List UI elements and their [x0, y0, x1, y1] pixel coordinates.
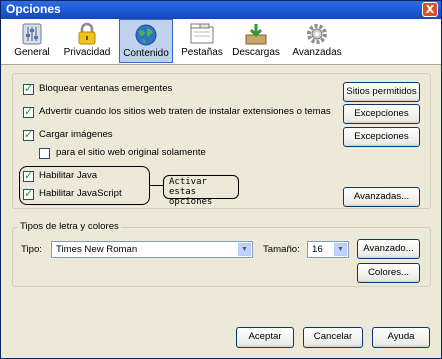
enable-java-label: Habilitar Java — [39, 170, 98, 181]
allowed-sites-button[interactable]: Sitios permitidos — [343, 82, 420, 102]
tab-label: Avanzadas — [292, 47, 342, 58]
advanced-javascript-button[interactable]: Avanzadas... — [343, 187, 420, 207]
tab-label: General — [14, 47, 50, 58]
globe-icon — [135, 24, 157, 46]
exceptions-button-extensions[interactable]: Excepciones — [343, 104, 420, 124]
downloads-icon — [245, 24, 267, 45]
tab-privacy[interactable]: Privacidad — [62, 19, 112, 63]
original-site-checkbox[interactable] — [39, 148, 50, 159]
chevron-down-icon[interactable]: ▼ — [334, 243, 347, 256]
ok-button[interactable]: Aceptar — [236, 327, 294, 348]
fonts-advanced-button[interactable]: Avanzado... — [357, 239, 420, 259]
title-bar[interactable]: Opciones X — [1, 1, 441, 19]
tab-label: Descargas — [232, 47, 280, 58]
callout-connector — [150, 185, 164, 186]
font-type-label: Tipo: — [21, 244, 42, 255]
warn-extensions-label: Advertir cuando los sitios web traten de… — [39, 106, 331, 117]
gear-icon — [307, 24, 327, 44]
options-window: Opciones X General Privacidad Contenido … — [0, 0, 442, 359]
font-type-value: Times New Roman — [56, 244, 138, 255]
exceptions-button-images[interactable]: Excepciones — [343, 127, 420, 147]
cancel-button[interactable]: Cancelar — [303, 327, 363, 348]
category-toolbar: General Privacidad Contenido Pestañas De… — [1, 19, 441, 65]
warn-extensions-checkbox[interactable] — [23, 105, 34, 118]
tab-tabs[interactable]: Pestañas — [179, 19, 225, 63]
tab-downloads[interactable]: Descargas — [231, 19, 281, 63]
tab-general[interactable]: General — [10, 19, 54, 63]
tab-label: Contenido — [123, 48, 169, 59]
enable-javascript-checkbox[interactable] — [23, 187, 34, 200]
enable-java-checkbox[interactable] — [23, 169, 34, 182]
load-images-checkbox[interactable] — [23, 128, 34, 141]
close-button[interactable]: X — [422, 2, 438, 17]
original-site-label: para el sitio web original solamente — [56, 147, 206, 158]
block-popups-label: Bloquear ventanas emergentes — [39, 83, 173, 94]
font-size-value: 16 — [312, 244, 323, 255]
tab-label: Pestañas — [181, 47, 223, 58]
font-size-label: Tamaño: — [263, 244, 300, 255]
lock-icon — [78, 22, 96, 45]
tab-content[interactable]: Contenido — [119, 19, 173, 63]
colors-button[interactable]: Colores... — [357, 263, 420, 283]
enable-javascript-label: Habilitar JavaScript — [39, 188, 122, 199]
window-title: Opciones — [6, 2, 61, 16]
load-images-label: Cargar imágenes — [39, 129, 113, 140]
block-popups-checkbox[interactable] — [23, 82, 34, 95]
font-type-select[interactable]: Times New Roman ▼ — [51, 241, 253, 258]
tab-label: Privacidad — [63, 47, 111, 58]
tab-advanced[interactable]: Avanzadas — [290, 19, 344, 63]
fonts-colors-legend: Tipos de letra y colores — [18, 221, 121, 232]
chevron-down-icon[interactable]: ▼ — [238, 243, 251, 256]
help-button[interactable]: Ayuda — [372, 327, 430, 348]
font-size-select[interactable]: 16 ▼ — [307, 241, 349, 258]
annotation-note: Activar estas opciones — [163, 175, 239, 207]
general-icon — [22, 23, 42, 45]
tabs-icon — [190, 23, 214, 44]
